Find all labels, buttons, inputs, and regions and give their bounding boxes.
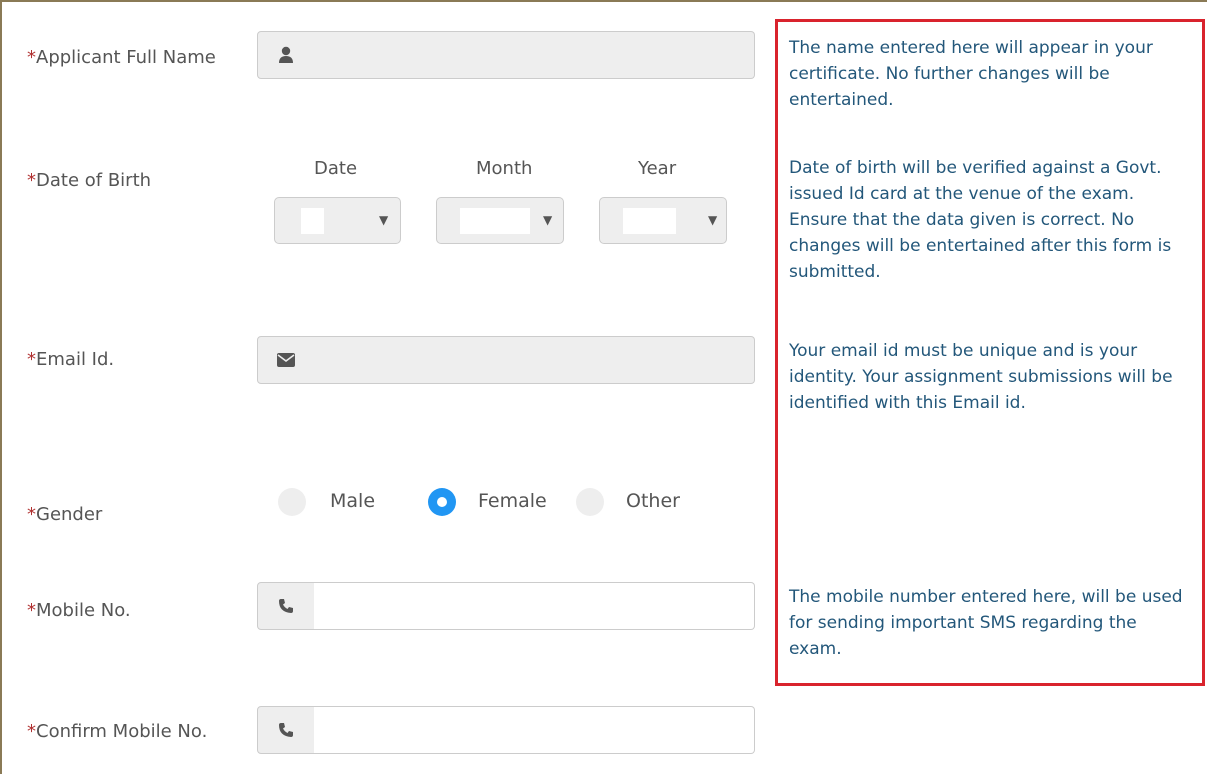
gender-female-radio[interactable] [428, 488, 456, 516]
dob-date-select[interactable]: ▼ [274, 197, 401, 244]
confirm-mobile-input[interactable] [314, 706, 755, 754]
email-input[interactable] [314, 336, 755, 384]
dob-month-header: Month [476, 158, 533, 179]
phone-icon [257, 706, 315, 754]
gender-other-radio[interactable] [576, 488, 604, 516]
gender-male-radio[interactable] [278, 488, 306, 516]
help-name: The name entered here will appear in you… [789, 38, 1153, 110]
mobile-input-group [257, 582, 755, 630]
required-asterisk: * [27, 349, 36, 370]
dob-month-select[interactable]: ▼ [436, 197, 564, 244]
gender-female-label[interactable]: Female [478, 490, 547, 512]
required-asterisk: * [27, 600, 36, 621]
caret-down-icon: ▼ [708, 213, 718, 227]
help-dob: Date of birth will be verified against a… [789, 158, 1172, 282]
required-asterisk: * [27, 504, 36, 525]
full-name-label: *Applicant Full Name [27, 47, 216, 68]
required-asterisk: * [27, 170, 36, 191]
required-asterisk: * [27, 47, 36, 68]
gender-male-label[interactable]: Male [330, 490, 375, 512]
help-email: Your email id must be unique and is your… [789, 341, 1173, 413]
help-mobile: The mobile number entered here, will be … [789, 587, 1183, 659]
full-name-input[interactable] [314, 31, 755, 79]
confirm-mobile-input-group [257, 706, 755, 754]
dob-date-header: Date [314, 158, 358, 179]
gender-other-label[interactable]: Other [626, 490, 680, 512]
dob-month-value [460, 208, 530, 234]
frame-top-border [0, 0, 1207, 2]
mobile-label: *Mobile No. [27, 600, 131, 621]
dob-date-value [301, 208, 324, 234]
dob-year-value [623, 208, 676, 234]
caret-down-icon: ▼ [379, 213, 389, 227]
dob-year-header: Year [638, 158, 677, 179]
gender-label: *Gender [27, 504, 103, 525]
frame-left-border [0, 0, 2, 774]
email-input-group [257, 336, 755, 384]
confirm-mobile-label: *Confirm Mobile No. [27, 721, 208, 742]
full-name-input-group [257, 31, 755, 79]
required-asterisk: * [27, 721, 36, 742]
email-label: *Email Id. [27, 349, 115, 370]
envelope-icon [257, 336, 315, 384]
user-icon [257, 31, 315, 79]
mobile-input[interactable] [314, 582, 755, 630]
caret-down-icon: ▼ [543, 213, 553, 227]
dob-year-select[interactable]: ▼ [599, 197, 727, 244]
phone-icon [257, 582, 315, 630]
dob-label: *Date of Birth [27, 170, 152, 191]
